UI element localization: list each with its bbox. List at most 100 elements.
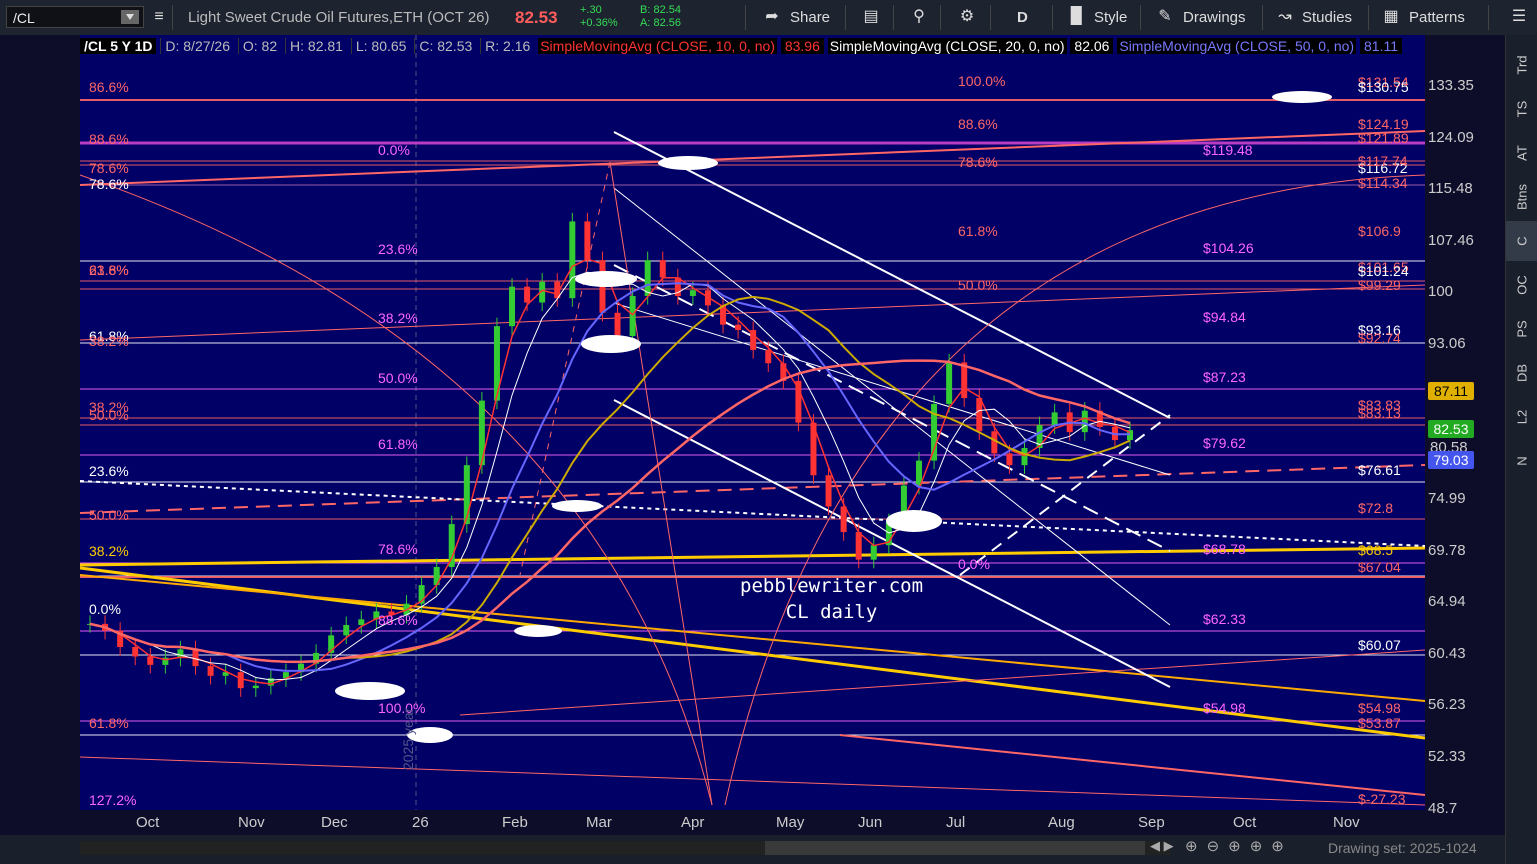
divider [845,5,846,30]
sidebar-tab-l2[interactable]: L2 [1506,397,1537,437]
sma-tag: 87.11 [1428,382,1474,400]
watermark-caption: CL daily [785,601,878,623]
patterns-button[interactable]: Patterns [1409,0,1465,35]
fib-mid-label: 88.6% [378,612,418,628]
info-low: L: 80.65 [350,38,411,54]
x-tick-label: Nov [238,814,265,831]
info-high: H: 82.81 [285,38,347,54]
flask-icon[interactable]: ⚲ [910,8,928,26]
menu-icon[interactable]: ☰ [1510,8,1528,26]
sidebar-tab-ts[interactable]: TS [1506,89,1537,129]
fib-mid-label: 50.0% [378,370,418,386]
candle-style-icon[interactable]: ▉ [1068,8,1086,26]
sidebar-tab-at[interactable]: AT [1506,133,1537,173]
scroll-thumb[interactable] [765,841,1145,855]
x-tick-label: May [776,814,805,831]
divider [172,5,173,30]
sidebar-tab-label: DB [1514,363,1530,383]
info-sma20-value: 82.06 [1070,38,1114,54]
x-tick-label: Jun [858,814,883,831]
sidebar-tab-n[interactable]: N [1506,441,1537,481]
divider [940,5,941,30]
fib-far-right-label: $92.74 [1358,330,1401,346]
sidebar-tab-label: TS [1514,100,1530,118]
fib-left-label: 50.0% [89,407,129,423]
sma200-tag: 79.03 [1428,451,1474,469]
fib-far-right-label: $54.98 [1358,700,1401,716]
y-tick-label: 56.23 [1428,696,1466,714]
scroll-arrows-icon[interactable]: ◀ ▶ [1150,838,1174,854]
fib-far-right-label: $99.29 [1358,277,1401,293]
fib-mid-label: 78.6% [378,541,418,557]
zoom-controls-icon[interactable]: ⊕⊖⊕⊕⊕ [1185,837,1293,855]
chart-canvas[interactable]: 86.6% 88.6% 78.6% 78.6% 23.6% 61.8% 61.8% 38.2%… [80,35,1425,810]
studies-icon[interactable]: ↝ [1276,8,1294,26]
fib-left-label: 0.0% [89,601,121,617]
toolbar: /CL ≡ Light Sweet Crude Oil Futures,ETH … [0,0,1537,36]
x-tick-label: Jul [946,814,966,831]
study-info-row: /CL 5 Y 1D D: 8/27/26 O: 82 H: 82.81 L: … [80,35,1402,57]
sidebar-tab-oc[interactable]: OC [1506,265,1537,305]
x-tick-label: Oct [136,814,160,831]
sidebar-tab-btns[interactable]: Btns [1506,177,1537,217]
sidebar-tab-label: N [1514,456,1530,466]
gear-icon[interactable]: ⚙ [958,8,976,26]
fib-far-right-label: $68.5 [1358,542,1394,558]
symbol-text: /CL [13,10,35,26]
fib-mid-label: 23.6% [378,241,418,257]
fib-right-price-label: $104.26 [1203,240,1254,256]
watermark: pebblewriter.com CL daily [740,573,923,625]
y-tick-label: 115.48 [1428,180,1473,198]
y-tick-label: 124.09 [1428,128,1474,146]
fib-right-pct-label: 88.6% [958,116,998,132]
period-button[interactable]: D [1017,0,1028,35]
ask-value: A: 82.56 [640,17,681,29]
fib-far-right-label: $83.13 [1358,405,1401,421]
studies-button[interactable]: Studies [1302,0,1352,35]
fib-right-pct-label: 61.8% [958,223,998,239]
fib-far-right-label: $72.8 [1358,500,1394,516]
fib-far-right-label: $76.61 [1358,462,1401,478]
y-tick-label: 93.06 [1428,335,1466,352]
fib-far-right-label: $130.75 [1358,79,1409,95]
sidebar-tab-db[interactable]: DB [1506,353,1537,393]
sidebar-tab-c[interactable]: C [1506,221,1537,261]
pencil-icon[interactable]: ✎ [1156,8,1174,26]
fib-far-right-label: $53.87 [1358,715,1401,731]
fib-right-price-label: $87.23 [1203,369,1246,385]
instrument-name: Light Sweet Crude Oil Futures,ETH (OCT 2… [188,9,490,26]
chevron-down-icon[interactable] [121,10,139,24]
info-sma50-value: 81.11 [1360,38,1402,54]
info-sma10-value: 83.96 [780,38,824,54]
bid-ask-block: B: 82.54 A: 82.56 [640,4,681,30]
sidebar-tab-trd[interactable]: Trd [1506,45,1537,85]
fib-far-right-label: $67.04 [1358,559,1401,575]
x-tick-label: 26 [412,814,429,831]
drawings-button[interactable]: Drawings [1183,0,1246,35]
info-sma50: SimpleMovingAvg (CLOSE, 50, 0, no) [1117,38,1357,54]
y-tick-label: 74.99 [1428,489,1466,507]
divider [1368,5,1369,30]
patterns-icon[interactable]: ▦ [1382,8,1400,26]
y-tick-label: 60.43 [1428,644,1466,662]
fib-left-label: 78.6% [89,160,129,176]
fib-left-label: 78.6% [89,176,129,192]
symbol-selector[interactable]: /CL [6,6,144,28]
sidebar-tab-label: Trd [1514,55,1530,75]
divider [1140,5,1141,30]
share-icon[interactable]: ➦ [763,8,781,26]
bid-value: B: 82.54 [640,4,681,16]
x-tick-label: Aug [1048,814,1075,831]
fib-mid-label: 38.2% [378,310,418,326]
fib-left-label: 88.6% [89,131,129,147]
fib-far-right-label: $-27.23 [1358,791,1406,807]
sidebar-tab-label: OC [1514,275,1530,295]
left-margin [0,35,80,810]
notebook-icon[interactable]: ▤ [862,8,880,26]
share-button[interactable]: Share [790,0,830,35]
sidebar-tab-label: C [1514,236,1530,246]
info-range: R: 2.16 [480,38,535,54]
sliders-icon[interactable]: ≡ [150,8,168,26]
style-button[interactable]: Style [1094,0,1127,35]
sidebar-tab-ps[interactable]: PS [1506,309,1537,349]
